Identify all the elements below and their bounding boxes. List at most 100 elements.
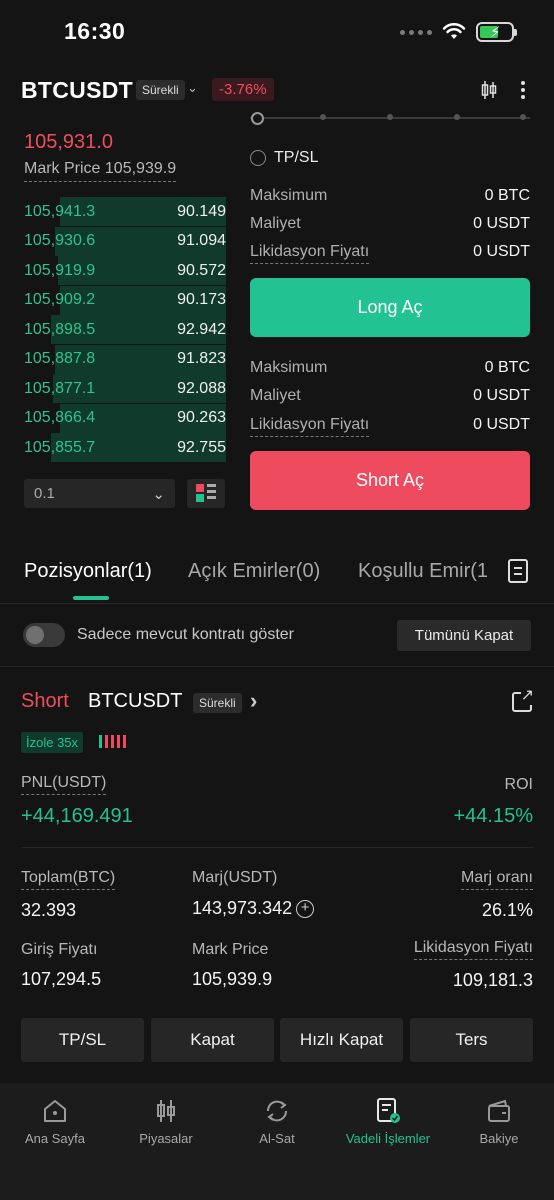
precision-value: 0.1 [34, 485, 55, 502]
slider-tick [320, 114, 326, 120]
nav-label: Piyasalar [139, 1131, 193, 1146]
tab-open-orders[interactable]: Açık Emirler(0) [188, 560, 320, 583]
bid-qty: 90.572 [177, 261, 226, 279]
orderbook-layout-icon[interactable] [187, 479, 225, 508]
header-symbol[interactable]: BTCUSDT [21, 77, 133, 104]
battery-icon: ⚡ [476, 22, 517, 42]
nav-label: Al-Sat [259, 1131, 295, 1146]
slider-tick [520, 114, 526, 120]
tab-indicator [73, 596, 109, 600]
tab-positions[interactable]: Pozisyonlar(1) [24, 560, 152, 583]
divider [21, 847, 533, 848]
slider-knob[interactable] [251, 112, 264, 125]
long-liq-row: Likidasyon Fiyatı 0 USDT [250, 243, 530, 264]
orderbook-row[interactable]: 105,866.4 90.263 [18, 403, 226, 433]
slider-tick [454, 114, 460, 120]
bid-qty: 91.823 [177, 350, 226, 367]
last-price: 105,931.0 [24, 131, 113, 153]
bid-price: 105,898.5 [24, 320, 96, 338]
current-contract-toggle[interactable] [23, 623, 65, 647]
liq-label[interactable]: Likidasyon Fiyatı [250, 243, 370, 264]
pnl-label[interactable]: PNL(USDT) [21, 774, 107, 795]
tpsl-button[interactable]: TP/SL [21, 1018, 144, 1062]
cost-value: 0 USDT [473, 387, 530, 404]
candles-icon [157, 1100, 175, 1122]
precision-select[interactable]: 0.1 ⌄ [24, 479, 175, 508]
entry-price-label: Giriş Fiyatı [21, 941, 98, 958]
mark-price-value: 105,939.9 [104, 160, 177, 177]
bid-price: 105,930.6 [24, 232, 96, 249]
mark-price-value: 105,939.9 [192, 969, 273, 989]
margin-label: Marj(USDT) [192, 869, 278, 886]
max-value: 0 BTC [484, 359, 530, 376]
bid-qty: 92.942 [177, 320, 226, 338]
long-cost-row: Maliyet 0 USDT [250, 215, 530, 233]
bid-qty: 90.263 [177, 409, 226, 426]
share-icon[interactable] [512, 685, 534, 712]
close-button[interactable]: Kapat [151, 1018, 274, 1062]
liq-label[interactable]: Likidasyon Fiyatı [250, 416, 370, 437]
roi-value: +44.15% [453, 805, 533, 827]
max-label: Maksimum [250, 187, 328, 204]
liq-value: 0 USDT [473, 416, 530, 433]
bid-qty: 90.149 [177, 202, 226, 220]
long-max-row: Maksimum 0 BTC [250, 187, 530, 205]
nav-balance[interactable]: Bakiye [444, 1097, 554, 1146]
candlestick-chart-icon[interactable] [481, 80, 497, 100]
open-short-button[interactable]: Short Aç [250, 451, 530, 510]
bid-price: 105,877.1 [24, 379, 96, 397]
quick-close-button[interactable]: Hızlı Kapat [280, 1018, 403, 1062]
more-options-icon[interactable] [519, 80, 527, 100]
futures-icon [377, 1098, 400, 1123]
orderbook-row[interactable]: 105,909.2 90.173 [18, 285, 226, 315]
order-history-icon[interactable] [508, 559, 528, 583]
chevron-down-icon: ⌄ [152, 486, 165, 503]
liq-price-label[interactable]: Likidasyon Fiyatı [413, 939, 533, 960]
pnl-value: +44,169.491 [21, 805, 133, 827]
nav-label: Ana Sayfa [25, 1131, 85, 1146]
nav-home[interactable]: Ana Sayfa [0, 1097, 110, 1146]
reverse-button[interactable]: Ters [410, 1018, 533, 1062]
contract-type-badge: Sürekli [136, 80, 185, 100]
bid-price: 105,919.9 [24, 261, 96, 279]
margin-mode-badge[interactable]: İzole 35x [21, 732, 84, 753]
nav-markets[interactable]: Piyasalar [111, 1097, 221, 1146]
bid-qty: 91.094 [177, 232, 226, 249]
swap-icon [266, 1100, 288, 1122]
orderbook-row[interactable]: 105,919.9 90.572 [18, 256, 226, 285]
tab-conditional-orders[interactable]: Koşullu Emir(1 [358, 560, 498, 583]
orderbook-row[interactable]: 105,941.3 90.149 [18, 197, 226, 226]
chevron-right-icon[interactable]: › [250, 688, 257, 714]
orderbook-row[interactable]: 105,887.8 91.823 [18, 344, 226, 374]
nav-trade[interactable]: Al-Sat [222, 1097, 332, 1146]
orderbook-row[interactable]: 105,877.1 92.088 [18, 374, 226, 403]
open-long-button[interactable]: Long Aç [250, 278, 530, 337]
nav-label: Bakiye [479, 1131, 519, 1146]
orderbook-row[interactable]: 105,898.5 92.942 [18, 315, 226, 344]
max-value: 0 BTC [484, 187, 530, 204]
bid-qty: 92.755 [177, 438, 226, 456]
margin-ratio-label[interactable]: Marj oranı [460, 869, 533, 890]
mark-price-label: Mark Price [24, 160, 101, 177]
nav-futures[interactable]: Vadeli İşlemler [333, 1097, 443, 1146]
slider-tick [387, 114, 393, 120]
position-side: Short [21, 690, 69, 712]
orderbook-bids: 105,941.3 90.149 105,930.6 91.094 105,919.9 9… [18, 197, 226, 463]
home-icon [44, 1100, 66, 1122]
mark-price[interactable]: Mark Price 105,939.9 [24, 160, 177, 182]
orderbook-row[interactable]: 105,930.6 91.094 [18, 226, 226, 256]
size-label[interactable]: Toplam(BTC) [21, 869, 116, 890]
position-symbol[interactable]: BTCUSDT [88, 690, 182, 713]
status-time: 16:30 [64, 18, 126, 44]
bid-qty: 90.173 [177, 291, 226, 308]
size-value: 32.393 [21, 900, 77, 920]
bottom-nav: Ana Sayfa Piyasalar Al-Sat Vadeli İşleml… [0, 1083, 554, 1200]
wallet-icon [488, 1099, 510, 1122]
chevron-down-icon[interactable]: ⌄ [187, 80, 198, 96]
wifi-icon [442, 23, 466, 39]
orderbook-row[interactable]: 105,855.7 92.755 [18, 433, 226, 462]
bid-qty: 92.088 [177, 379, 226, 397]
close-all-button[interactable]: Tümünü Kapat [397, 620, 531, 651]
add-margin-icon[interactable]: + [296, 900, 315, 919]
tpsl-checkbox[interactable]: TP/SL [250, 149, 318, 167]
